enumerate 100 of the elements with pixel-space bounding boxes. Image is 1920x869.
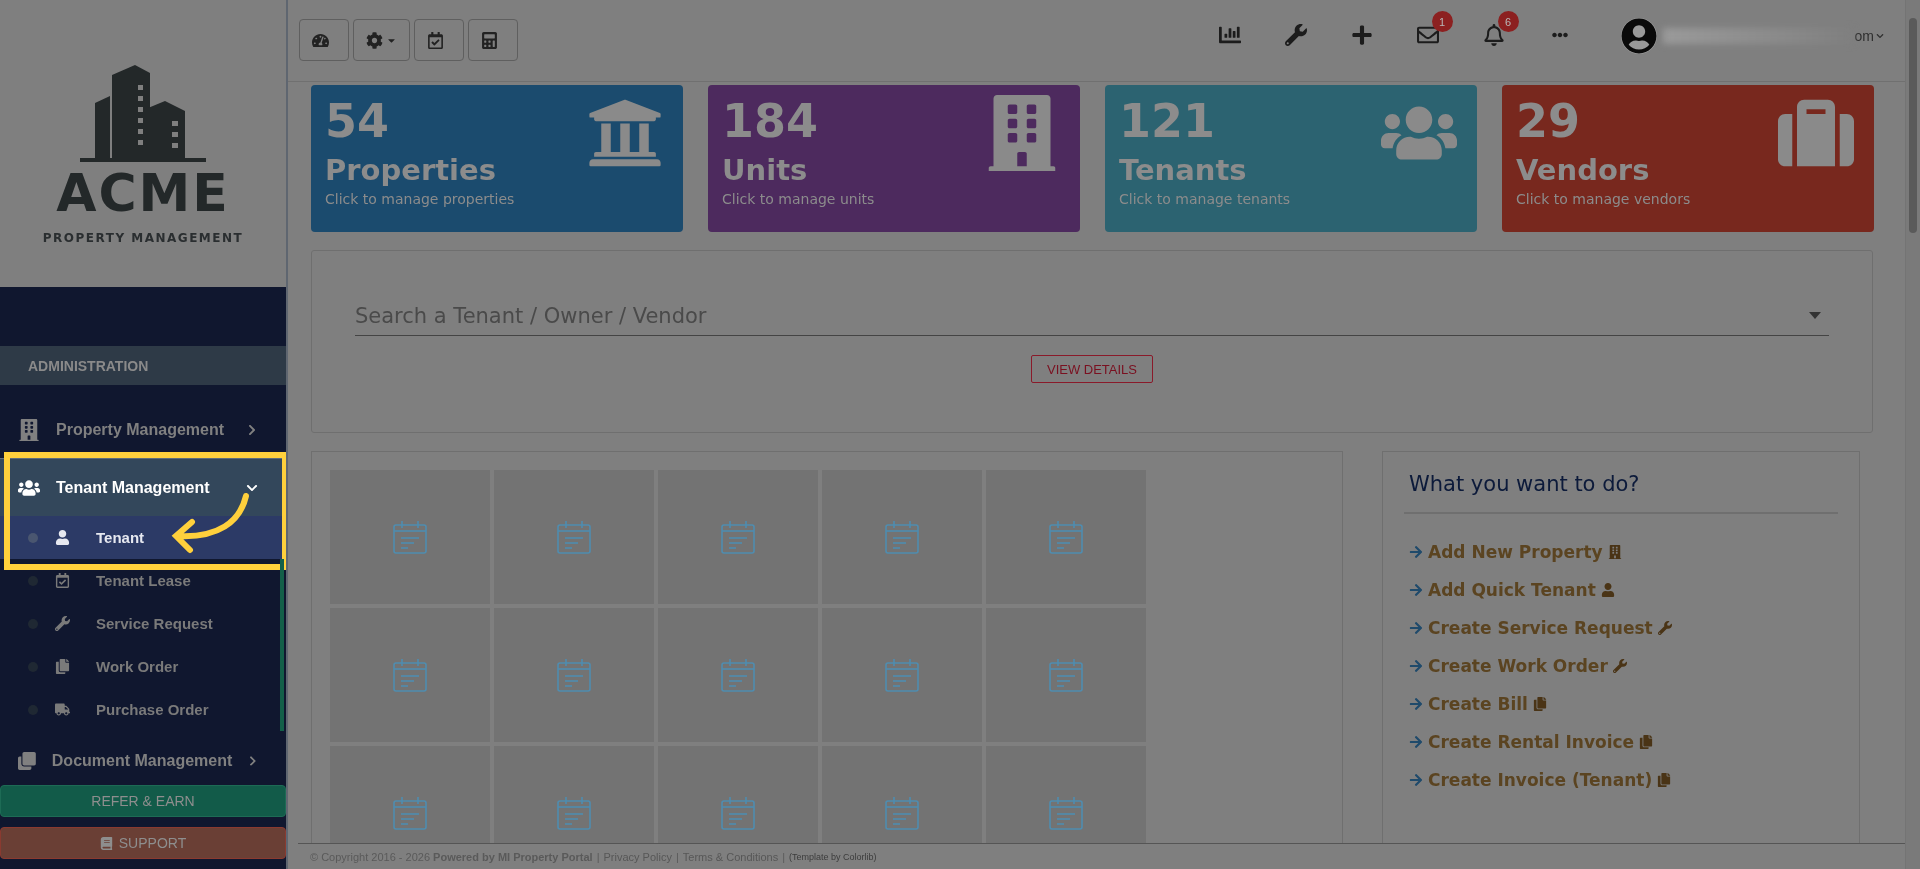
arrow-icon xyxy=(1409,583,1423,597)
quick-action-link[interactable]: Add New Property xyxy=(1409,542,1838,562)
placeholder-tile[interactable] xyxy=(822,470,982,604)
arrow-icon xyxy=(1409,659,1423,673)
placeholder-tile[interactable] xyxy=(658,608,818,742)
stat-count: 121 xyxy=(1119,97,1216,146)
calendar-icon xyxy=(720,795,756,831)
stat-card[interactable]: 184 Units Click to manage units xyxy=(708,85,1080,232)
calendar-icon xyxy=(1048,519,1084,555)
calendar-icon xyxy=(427,31,444,49)
user-menu[interactable]: om xyxy=(1614,15,1890,57)
arrow-icon xyxy=(1409,545,1423,559)
calendar-icon xyxy=(55,573,70,588)
calendar-icon xyxy=(884,795,920,831)
panel-title: What you want to do? xyxy=(1404,452,1838,514)
placeholder-tile[interactable] xyxy=(658,746,818,843)
toolbar-button[interactable] xyxy=(299,19,349,61)
mail-icon xyxy=(1416,24,1439,46)
placeholder-tile[interactable] xyxy=(822,608,982,742)
refer-button[interactable]: REFER & EARN xyxy=(0,785,286,817)
arrow-icon xyxy=(1409,735,1423,749)
arrow-icon xyxy=(1409,773,1423,787)
stat-count: 184 xyxy=(722,97,819,146)
separator: | xyxy=(675,850,679,863)
submenu-item[interactable]: Tenant Lease xyxy=(0,559,280,602)
separator: | xyxy=(782,850,786,863)
placeholder-tile[interactable] xyxy=(986,470,1146,604)
wrench-icon xyxy=(1284,24,1307,46)
placeholder-tile[interactable] xyxy=(986,608,1146,742)
quick-action-link[interactable]: Add Quick Tenant xyxy=(1409,580,1838,600)
wrench-icon xyxy=(55,616,70,631)
bullet-dot xyxy=(28,533,38,543)
view-details-button[interactable]: VIEW DETAILS xyxy=(1030,355,1154,383)
stat-subtitle: Click to manage properties xyxy=(325,191,516,208)
stat-title: Units xyxy=(722,155,809,188)
placeholder-tile[interactable] xyxy=(330,608,490,742)
documents-icon xyxy=(1657,773,1672,787)
placeholder-tile[interactable] xyxy=(822,746,982,843)
calculator-icon xyxy=(481,31,498,49)
chevron-icon xyxy=(1876,32,1884,40)
user-icon xyxy=(1600,583,1615,597)
calendar-icon xyxy=(556,657,592,693)
placeholder-tile[interactable] xyxy=(986,746,1146,843)
bell-icon xyxy=(1482,24,1505,46)
building-icon xyxy=(18,418,40,441)
quick-action-link[interactable]: Create Work Order xyxy=(1409,656,1838,676)
calendar-icon xyxy=(884,657,920,693)
toolbar-button[interactable] xyxy=(353,19,410,61)
section-heading: ADMINISTRATION xyxy=(0,346,286,385)
support-button[interactable]: SUPPORT xyxy=(0,827,286,859)
settings-icon xyxy=(366,31,383,49)
calendar-icon xyxy=(392,795,428,831)
count-badge: 6 xyxy=(1497,11,1519,32)
calendar-icon xyxy=(556,795,592,831)
arrow-icon xyxy=(1409,621,1423,635)
calendar-icon xyxy=(720,657,756,693)
toolbar-button[interactable] xyxy=(414,19,464,61)
documents-icon xyxy=(1532,697,1547,711)
menu-item[interactable]: Document Management xyxy=(0,731,286,785)
dropdown-caret-icon xyxy=(1809,312,1821,319)
stat-title: Vendors xyxy=(1516,155,1651,188)
calendar-icon xyxy=(720,519,756,555)
placeholder-tile[interactable] xyxy=(494,746,654,843)
wrench-icon xyxy=(1612,659,1627,673)
documents-icon xyxy=(55,659,70,674)
stat-card[interactable]: 29 Vendors Click to manage vendors xyxy=(1502,85,1874,232)
documents-icon xyxy=(1639,735,1654,749)
stat-card[interactable]: 54 Properties Click to manage properties xyxy=(311,85,683,232)
placeholder-tile[interactable] xyxy=(494,608,654,742)
scrollbar[interactable] xyxy=(1905,0,1920,869)
submenu-item[interactable]: Work Order xyxy=(0,645,280,688)
placeholder-tile[interactable] xyxy=(330,746,490,843)
calendar-icon xyxy=(1048,795,1084,831)
submenu-item[interactable]: Purchase Order xyxy=(0,688,280,731)
menu-item[interactable]: Property Management xyxy=(0,400,286,458)
calendar-icon xyxy=(392,657,428,693)
logo-name: ACME xyxy=(56,166,230,219)
placeholder-tile[interactable] xyxy=(330,470,490,604)
stat-subtitle: Click to manage units xyxy=(722,191,876,208)
quick-action-link[interactable]: Create Bill xyxy=(1409,694,1838,714)
documents-icon xyxy=(18,749,36,772)
submenu-item[interactable]: Service Request xyxy=(0,602,280,645)
calendar-icon xyxy=(884,519,920,555)
quick-action-link[interactable]: Create Service Request xyxy=(1409,618,1838,638)
logo-tagline: PROPERTY MANAGEMENT xyxy=(42,230,244,245)
truck-icon xyxy=(55,702,70,717)
placeholder-tile[interactable] xyxy=(658,470,818,604)
toolbar-button[interactable] xyxy=(468,19,518,61)
count-badge: 1 xyxy=(1431,11,1453,32)
stat-subtitle: Click to manage vendors xyxy=(1516,191,1692,208)
stat-title: Tenants xyxy=(1119,155,1248,188)
quick-action-link[interactable]: Create Rental Invoice xyxy=(1409,732,1838,752)
stat-card[interactable]: 121 Tenants Click to manage tenants xyxy=(1105,85,1477,232)
avatar-icon xyxy=(1620,18,1657,54)
gauge-icon xyxy=(312,31,329,49)
calendar-icon xyxy=(556,519,592,555)
placeholder-tile[interactable] xyxy=(494,470,654,604)
quick-action-link[interactable]: Create Invoice (Tenant) xyxy=(1409,770,1838,790)
buildings-logo-icon xyxy=(80,62,206,163)
calendar-icon xyxy=(392,519,428,555)
